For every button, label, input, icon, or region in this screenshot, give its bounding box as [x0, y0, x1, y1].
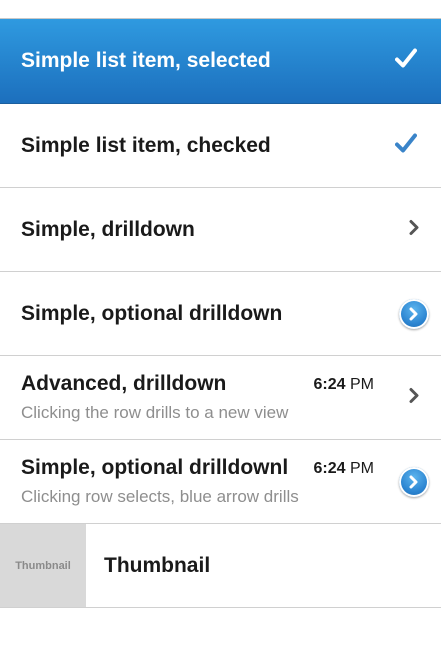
- list-item-subtitle: Clicking row selects, blue arrow drills: [21, 487, 299, 506]
- blue-arrow-button-icon[interactable]: [399, 466, 429, 497]
- blue-arrow-button-icon[interactable]: [399, 298, 429, 329]
- list-item-advanced-drilldown[interactable]: Advanced, drilldown 6:24 PM Clicking the…: [0, 356, 441, 440]
- list-item-optional-drilldown-advanced[interactable]: Simple, optional drilldownl 6:24 PM Clic…: [0, 440, 441, 524]
- timestamp: 6:24 PM: [313, 376, 374, 393]
- list-view: Simple list item, selected Simple list i…: [0, 18, 441, 608]
- list-item-checked[interactable]: Simple list item, checked: [0, 104, 441, 188]
- list-item-selected[interactable]: Simple list item, selected: [0, 19, 441, 104]
- list-item-thumbnail[interactable]: Thumbnail Thumbnail: [0, 524, 441, 608]
- list-item-title: Simple, optional drilldown: [21, 301, 283, 325]
- list-item-drilldown[interactable]: Simple, drilldown: [0, 188, 441, 272]
- list-item-title: Simple, optional drilldownl: [21, 456, 289, 479]
- list-item-title: Simple list item, checked: [21, 133, 271, 157]
- chevron-right-icon: [409, 219, 419, 240]
- list-item-optional-drilldown[interactable]: Simple, optional drilldown: [0, 272, 441, 356]
- list-item-title: Thumbnail: [104, 553, 211, 577]
- checkmark-icon: [395, 48, 417, 74]
- checkmark-icon: [395, 133, 417, 158]
- timestamp: 6:24 PM: [313, 460, 374, 477]
- list-item-title: Advanced, drilldown: [21, 372, 227, 395]
- chevron-right-icon: [409, 387, 419, 408]
- list-item-title: Simple list item, selected: [21, 49, 271, 72]
- thumbnail-placeholder-label: Thumbnail: [15, 559, 71, 572]
- thumbnail-image: Thumbnail: [0, 524, 86, 607]
- list-item-subtitle: Clicking the row drills to a new view: [21, 403, 289, 422]
- list-item-title: Simple, drilldown: [21, 217, 195, 241]
